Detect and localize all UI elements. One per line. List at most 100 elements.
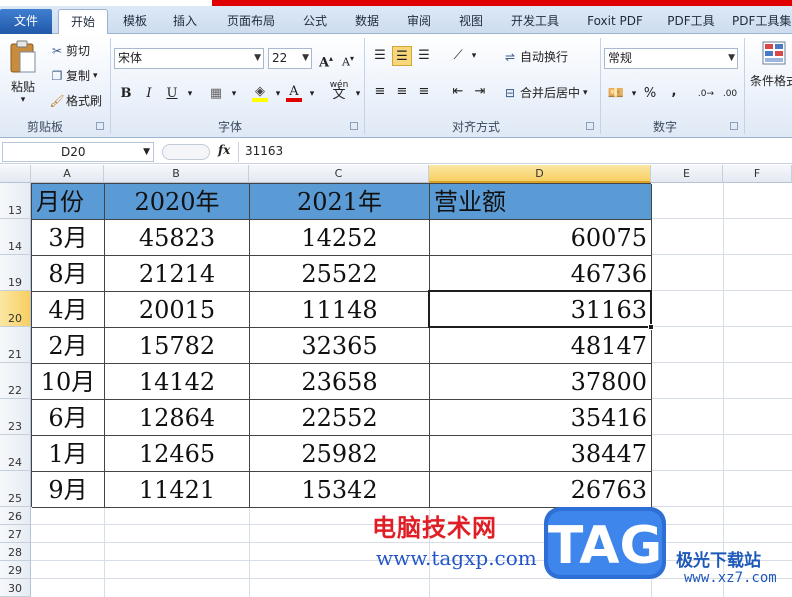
italic-button[interactable]: I xyxy=(139,84,159,104)
table-cell[interactable]: 8月 xyxy=(32,256,105,292)
table-cell[interactable]: 23658 xyxy=(250,364,430,400)
tab-data[interactable]: 数据 xyxy=(346,9,388,34)
fill-handle[interactable] xyxy=(648,324,654,330)
row-header[interactable]: 29 xyxy=(0,561,31,579)
tab-view[interactable]: 视图 xyxy=(450,9,492,34)
header-cell-revenue[interactable]: 营业额 xyxy=(430,184,652,220)
row-header[interactable]: 24 xyxy=(0,435,31,471)
table-cell[interactable]: 10月 xyxy=(32,364,105,400)
row-header-selected[interactable]: 20 xyxy=(0,291,31,327)
decrease-decimal-icon[interactable]: .00 xyxy=(718,84,742,104)
table-cell[interactable]: 38447 xyxy=(430,436,652,472)
table-cell[interactable]: 25522 xyxy=(250,256,430,292)
row-header[interactable]: 22 xyxy=(0,363,31,399)
row-header[interactable]: 19 xyxy=(0,255,31,291)
conditional-format-button[interactable]: 条件格式 xyxy=(750,40,792,89)
row-header[interactable]: 13 xyxy=(0,183,31,219)
wrap-text-button[interactable]: ⇌ 自动换行 xyxy=(500,48,568,65)
chevron-down-icon[interactable]: ▾ xyxy=(224,84,244,104)
fill-color-icon[interactable]: ◈ xyxy=(250,82,270,102)
tab-insert[interactable]: 插入 xyxy=(164,9,206,34)
tab-file[interactable]: 文件 xyxy=(0,9,52,34)
tab-page-layout[interactable]: 页面布局 xyxy=(218,9,284,34)
table-cell[interactable]: 46736 xyxy=(430,256,652,292)
row-header[interactable]: 28 xyxy=(0,543,31,561)
name-box[interactable]: D20 ▼ xyxy=(2,142,154,162)
align-center-icon[interactable]: ≡ xyxy=(392,82,412,102)
header-cell-2020[interactable]: 2020年 xyxy=(105,184,250,220)
table-cell[interactable]: 48147 xyxy=(430,328,652,364)
table-cell[interactable]: 11148 xyxy=(250,292,430,328)
table-cell[interactable]: 9月 xyxy=(32,472,105,508)
table-cell[interactable]: 11421 xyxy=(105,472,250,508)
align-middle-icon[interactable]: ☰ xyxy=(392,46,412,66)
increase-decimal-icon[interactable]: .0→ xyxy=(694,84,718,104)
increase-indent-icon[interactable]: ⇥ xyxy=(470,82,490,102)
tab-template[interactable]: 模板 xyxy=(114,9,156,34)
table-cell[interactable]: 12465 xyxy=(105,436,250,472)
table-cell[interactable]: 3月 xyxy=(32,220,105,256)
chevron-down-icon[interactable]: ▾ xyxy=(302,84,322,104)
comma-button[interactable]: , xyxy=(664,82,684,102)
table-cell[interactable]: 37800 xyxy=(430,364,652,400)
table-cell[interactable]: 32365 xyxy=(250,328,430,364)
table-cell[interactable]: 1月 xyxy=(32,436,105,472)
table-cell[interactable]: 14252 xyxy=(250,220,430,256)
font-name-select[interactable]: 宋体 ▼ xyxy=(114,48,264,69)
chevron-down-icon[interactable]: ▾ xyxy=(180,84,200,104)
number-format-select[interactable]: 常规 ▼ xyxy=(604,48,738,69)
table-cell[interactable]: 25982 xyxy=(250,436,430,472)
tab-pdf-toolset[interactable]: PDF工具集 xyxy=(732,9,792,34)
shrink-font-icon[interactable]: A▾ xyxy=(338,49,358,69)
select-all-corner[interactable] xyxy=(0,165,31,183)
align-top-icon[interactable]: ☰ xyxy=(370,46,390,66)
align-left-icon[interactable]: ≡ xyxy=(370,82,390,102)
chevron-down-icon[interactable]: ▾ xyxy=(348,84,368,104)
align-right-icon[interactable]: ≡ xyxy=(414,82,434,102)
formula-cancel-enter-buttons[interactable] xyxy=(162,144,210,160)
row-header[interactable]: 14 xyxy=(0,219,31,255)
percent-button[interactable]: % xyxy=(640,84,660,104)
table-cell[interactable]: 26763 xyxy=(430,472,652,508)
table-cell[interactable]: 6月 xyxy=(32,400,105,436)
row-header[interactable]: 21 xyxy=(0,327,31,363)
font-color-icon[interactable]: A xyxy=(284,82,304,102)
merge-center-button[interactable]: ⊟ 合并后居中 ▾ xyxy=(500,84,588,101)
table-cell[interactable]: 15342 xyxy=(250,472,430,508)
table-cell[interactable]: 21214 xyxy=(105,256,250,292)
tab-review[interactable]: 审阅 xyxy=(398,9,440,34)
cut-button[interactable]: ✂ 剪切 xyxy=(48,42,90,59)
tab-formulas[interactable]: 公式 xyxy=(294,9,336,34)
table-cell[interactable]: 45823 xyxy=(105,220,250,256)
column-header-f[interactable]: F xyxy=(723,165,792,183)
column-header-b[interactable]: B xyxy=(104,165,249,183)
row-header[interactable]: 23 xyxy=(0,399,31,435)
copy-button[interactable]: ❐ 复制 ▾ xyxy=(48,67,98,84)
table-cell[interactable]: 20015 xyxy=(105,292,250,328)
decrease-indent-icon[interactable]: ⇤ xyxy=(448,82,468,102)
tab-home[interactable]: 开始 xyxy=(58,9,108,35)
table-cell[interactable]: 15782 xyxy=(105,328,250,364)
alignment-launcher-icon[interactable] xyxy=(586,122,594,130)
row-header[interactable]: 26 xyxy=(0,507,31,525)
row-header[interactable]: 30 xyxy=(0,579,31,597)
clipboard-launcher-icon[interactable] xyxy=(96,122,104,130)
table-cell[interactable]: 14142 xyxy=(105,364,250,400)
currency-icon[interactable]: 💴 xyxy=(606,84,626,104)
table-cell[interactable]: 35416 xyxy=(430,400,652,436)
border-icon[interactable]: ▦ xyxy=(206,84,226,104)
font-size-select[interactable]: 22 ▼ xyxy=(268,48,312,69)
align-bottom-icon[interactable]: ☰ xyxy=(414,46,434,66)
grow-font-icon[interactable]: A▴ xyxy=(316,48,336,70)
table-cell[interactable]: 2月 xyxy=(32,328,105,364)
table-cell[interactable]: 60075 xyxy=(430,220,652,256)
row-header[interactable]: 27 xyxy=(0,525,31,543)
tab-pdf-tools[interactable]: PDF工具 xyxy=(660,9,722,34)
underline-button[interactable]: U xyxy=(162,84,182,104)
header-cell-month[interactable]: 月份 xyxy=(32,184,105,220)
table-cell[interactable]: 12864 xyxy=(105,400,250,436)
format-painter-button[interactable]: 🖌 格式刷 xyxy=(48,92,102,109)
chevron-down-icon[interactable]: ▾ xyxy=(464,46,484,66)
formula-input[interactable]: 31163 xyxy=(238,142,790,162)
tab-foxit-pdf[interactable]: Foxit PDF xyxy=(578,9,652,34)
